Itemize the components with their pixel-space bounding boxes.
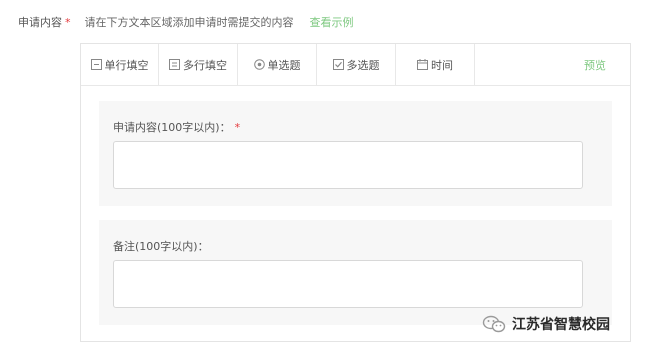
view-example-link[interactable]: 查看示例	[310, 14, 354, 30]
remarks-input[interactable]	[113, 260, 583, 308]
required-mark: *	[234, 121, 241, 134]
field-description: 请在下方文本区域添加申请时需提交的内容	[84, 16, 294, 29]
add-single-line-button[interactable]: 单行填空	[81, 44, 159, 85]
application-content-row: 申请内容 * 请在下方文本区域添加申请时需提交的内容 查看示例	[18, 14, 354, 30]
watermark: 江苏省智慧校园	[482, 313, 610, 335]
form-field-label: 申请内容(100字以内)： *	[113, 119, 240, 135]
form-field-card: 备注(100字以内)：	[99, 220, 612, 325]
single-line-icon	[90, 59, 102, 70]
add-multi-choice-button[interactable]: 多选题	[317, 44, 396, 85]
calendar-icon	[417, 59, 428, 70]
application-content-input[interactable]	[113, 141, 583, 189]
tool-label: 时间	[431, 58, 453, 72]
radio-icon	[253, 59, 265, 70]
form-field-label: 备注(100字以内)：	[113, 240, 209, 253]
form-field-card: 申请内容(100字以内)： *	[99, 101, 612, 206]
tool-label: 单行填空	[104, 58, 149, 72]
tool-label: 单选题	[267, 58, 301, 72]
editor-toolbar: 单行填空 多行填空 单选题 多选题 时间 预览	[81, 44, 630, 86]
checkbox-icon	[332, 59, 344, 70]
tool-label: 多选题	[346, 58, 380, 72]
wechat-icon	[482, 315, 506, 333]
required-mark: *	[65, 15, 71, 29]
field-label: 申请内容	[18, 16, 62, 29]
form-editor: 单行填空 多行填空 单选题 多选题 时间 预览 申请内容(100字以内)： * …	[80, 43, 631, 342]
preview-button[interactable]: 预览	[584, 44, 606, 85]
form-field-label-text: 申请内容(100字以内)：	[113, 121, 231, 134]
add-multi-line-button[interactable]: 多行填空	[159, 44, 238, 85]
add-single-choice-button[interactable]: 单选题	[238, 44, 317, 85]
tool-label: 多行填空	[183, 58, 227, 72]
multi-line-icon	[169, 59, 180, 70]
add-time-button[interactable]: 时间	[396, 44, 475, 85]
watermark-text: 江苏省智慧校园	[512, 317, 610, 333]
